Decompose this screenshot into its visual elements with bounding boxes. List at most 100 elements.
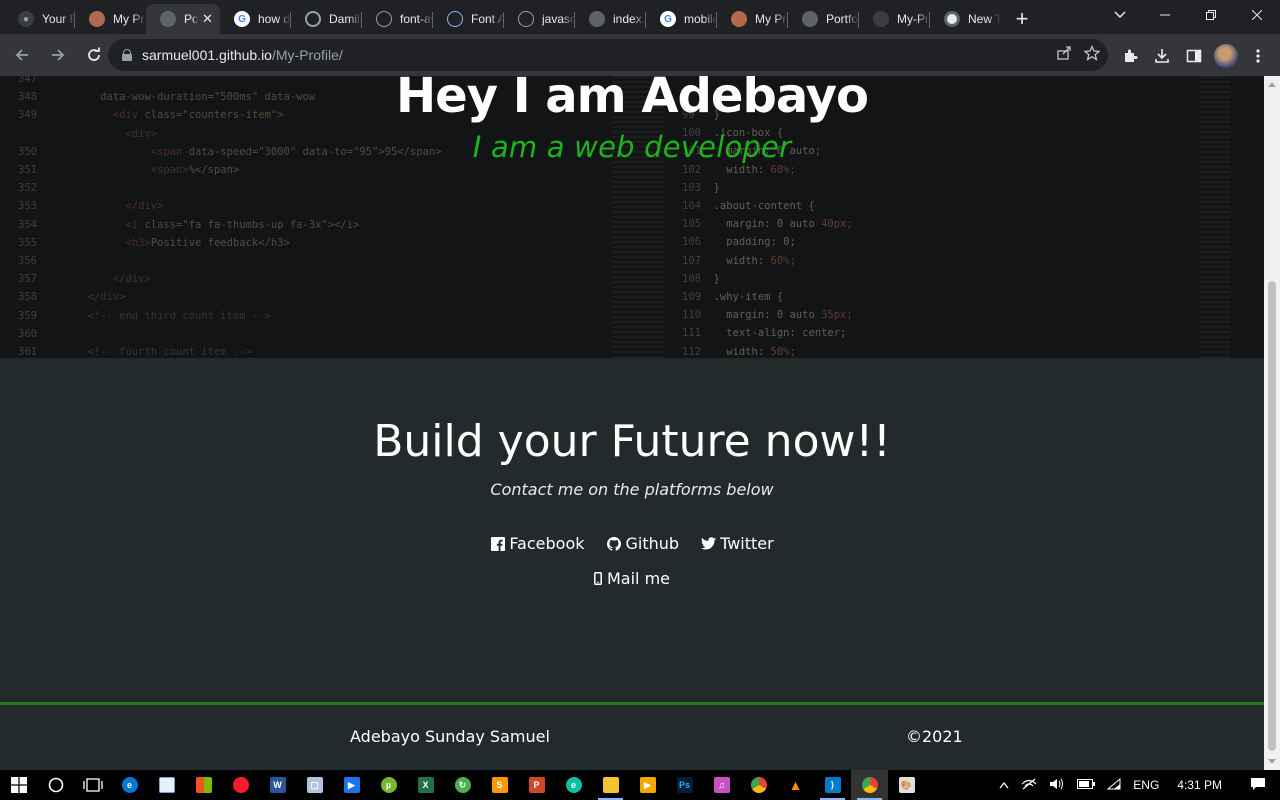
globe-icon (802, 11, 818, 27)
mail-link[interactable]: Mail me (594, 569, 670, 588)
new-tab-button[interactable]: + (1007, 4, 1037, 34)
task-view-icon[interactable] (74, 770, 111, 800)
vlc-icon[interactable]: ▲ (777, 770, 814, 800)
tab-javascript[interactable]: javascript (504, 4, 575, 34)
tab-portfolio-active[interactable]: Portfolio ✕ (146, 4, 220, 34)
tab-portfolio-2[interactable]: Portfolio (788, 4, 859, 34)
virtualbox-icon[interactable]: ▢ (296, 770, 333, 800)
tab-font-awesome-2[interactable]: Font Awesome (433, 4, 504, 34)
windows-start-icon[interactable] (0, 770, 37, 800)
tab-index[interactable]: index.html (575, 4, 646, 34)
profile-avatar[interactable] (1214, 44, 1238, 68)
facebook-link[interactable]: Facebook (490, 534, 585, 553)
hero-subtitle: I am a web developer (472, 130, 792, 164)
globe-icon (589, 11, 605, 27)
twitter-link[interactable]: Twitter (701, 534, 774, 553)
github-icon (873, 11, 889, 27)
github-link[interactable]: Github (607, 534, 680, 553)
url-host: sarmuel001.github.io (142, 47, 272, 63)
globe-icon (447, 11, 463, 27)
language-indicator[interactable]: ENG (1133, 778, 1159, 792)
globe-icon (376, 11, 392, 27)
facebook-icon (490, 536, 505, 551)
contact-title: Build your Future now!! (373, 416, 891, 467)
bookmark-star-icon[interactable] (1083, 44, 1101, 66)
tab-my-profile-2[interactable]: My Profile (717, 4, 788, 34)
tab-strip: ● Your Profile My Profile Portfolio ✕ G … (0, 0, 1280, 34)
reload-icon[interactable] (78, 39, 110, 71)
clock-time[interactable]: 4:31 PM (1177, 778, 1222, 792)
chrome-running-icon[interactable] (851, 770, 888, 800)
address-bar[interactable]: sarmuel001.github.io/My-Profile/ (108, 39, 1108, 71)
url-path: /My-Profile/ (271, 47, 343, 63)
page-viewport: 347 348 data-wow-duration="500ms" data-w… (0, 76, 1264, 770)
tab-damilola[interactable]: Damilola (291, 4, 362, 34)
github-icon (607, 536, 622, 551)
page-scrollbar[interactable] (1264, 76, 1280, 770)
minimize-icon[interactable] (1142, 0, 1188, 30)
file-explorer-icon[interactable] (592, 770, 629, 800)
tab-how-do[interactable]: G how do (220, 4, 291, 34)
excel-icon[interactable]: X (407, 770, 444, 800)
footer-copyright: ©2021 (906, 727, 963, 746)
forward-icon[interactable] (42, 39, 74, 71)
battery-icon[interactable] (1077, 778, 1096, 792)
wifi-icon[interactable] (1106, 777, 1121, 793)
edge-icon[interactable]: e (555, 770, 592, 800)
github-label: Github (625, 534, 680, 553)
vscode-icon[interactable]: ⟩ (814, 770, 851, 800)
window-controls (1142, 0, 1280, 30)
scrollbar-thumb[interactable] (1268, 281, 1276, 751)
tab-mobile[interactable]: G mobile (646, 4, 717, 34)
lock-icon[interactable] (122, 49, 132, 61)
tab-font-awesome-1[interactable]: font-awesome (362, 4, 433, 34)
facebook-label: Facebook (509, 534, 585, 553)
close-window-icon[interactable] (1234, 0, 1280, 30)
notepad-icon[interactable] (148, 770, 185, 800)
tab-your-profile[interactable]: ● Your Profile (4, 4, 75, 34)
mobile-phone-icon (594, 571, 603, 586)
download-icon[interactable] (1148, 44, 1176, 68)
footer-name: Adebayo Sunday Samuel (350, 727, 550, 746)
utorrent-icon[interactable]: µ (370, 770, 407, 800)
windows-taskbar: e W ▢ ▶ µ X ↻ S P e ▶ Ps ♫ ▲ ⟩ 🎨 ENG 4:3… (0, 770, 1280, 800)
network-off-icon[interactable] (1021, 778, 1037, 793)
social-links: Facebook Github Twitter (0, 534, 1264, 553)
hero-section: 347 348 data-wow-duration="500ms" data-w… (0, 76, 1264, 358)
refresh-app-icon[interactable]: ↻ (444, 770, 481, 800)
show-hidden-icons-chevron-icon[interactable] (999, 778, 1009, 792)
sublime-icon[interactable]: S (481, 770, 518, 800)
edge-legacy-icon[interactable]: e (111, 770, 148, 800)
store-icon[interactable] (185, 770, 222, 800)
mail-link-row: Mail me (0, 569, 1264, 588)
tab-new-tab[interactable]: New Tab (930, 4, 1001, 34)
avatar-icon (89, 11, 105, 27)
menu-kebab-icon[interactable] (1244, 44, 1272, 68)
word-icon[interactable]: W (259, 770, 296, 800)
notifications-icon[interactable] (1250, 777, 1266, 794)
chrome-pinned-icon[interactable] (740, 770, 777, 800)
volume-icon[interactable] (1049, 778, 1065, 793)
media-player-icon[interactable]: ▶ (629, 770, 666, 800)
podcast-app-icon[interactable]: ♫ (703, 770, 740, 800)
photoshop-icon[interactable]: Ps (666, 770, 703, 800)
share-icon[interactable] (1056, 45, 1072, 66)
restore-icon[interactable] (1188, 0, 1234, 30)
tab-search-chevron-icon[interactable] (1108, 4, 1132, 26)
hero-title: Hey I am Adebayo (395, 76, 869, 124)
scroll-down-arrow-icon[interactable] (1268, 759, 1276, 764)
paint-icon[interactable]: 🎨 (888, 770, 925, 800)
extensions-icon[interactable] (1116, 44, 1144, 68)
opera-icon[interactable] (222, 770, 259, 800)
github-icon (160, 11, 176, 27)
side-panel-icon[interactable] (1180, 44, 1208, 68)
tab-my-profile[interactable]: My Profile (75, 4, 146, 34)
loading-icon (305, 11, 321, 27)
back-icon[interactable] (6, 39, 38, 71)
powerpoint-icon[interactable]: P (518, 770, 555, 800)
play-icon[interactable]: ▶ (333, 770, 370, 800)
close-tab-icon[interactable]: ✕ (202, 11, 213, 27)
scroll-up-arrow-icon[interactable] (1268, 82, 1276, 87)
tab-my-profile-3[interactable]: My-Profile (859, 4, 930, 34)
search-circle-icon[interactable] (37, 770, 74, 800)
